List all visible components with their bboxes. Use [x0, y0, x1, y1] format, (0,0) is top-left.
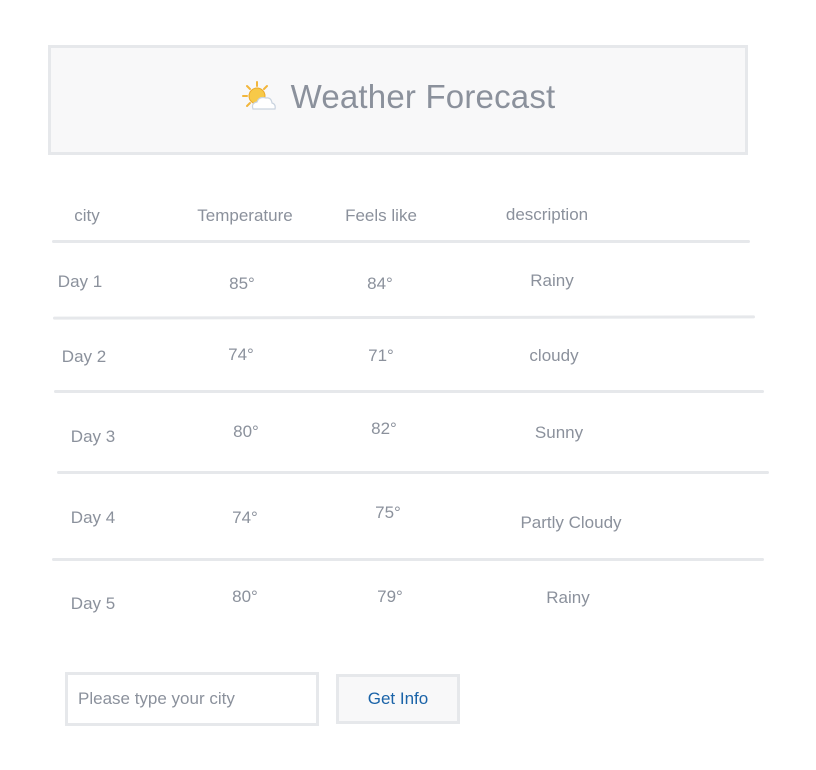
cell-day: Day 5	[70, 594, 116, 613]
cell-day: Day 3	[70, 427, 116, 446]
cell-temperature: 74°	[232, 508, 258, 527]
cell-description: Partly Cloudy	[520, 513, 622, 532]
cell-day: Day 2	[61, 347, 107, 366]
row-divider	[52, 558, 764, 561]
cell-feels-like: 71°	[368, 346, 394, 365]
cell-temperature: 80°	[232, 587, 258, 606]
column-header-description: description	[505, 205, 589, 224]
cell-description: Rainy	[530, 271, 574, 290]
cell-day: Day 4	[70, 508, 116, 527]
cell-day: Day 1	[57, 272, 103, 291]
column-header-feels-like: Feels like	[345, 206, 417, 225]
cell-description: cloudy	[529, 346, 579, 365]
cell-feels-like: 75°	[375, 503, 401, 522]
cell-temperature: 85°	[229, 274, 255, 293]
cell-description: Rainy	[546, 588, 590, 607]
column-header-city: city	[74, 206, 100, 225]
row-divider	[54, 390, 764, 393]
cell-feels-like: 84°	[367, 274, 393, 293]
column-header-temperature: Temperature	[197, 206, 293, 225]
cell-feels-like: 82°	[371, 419, 397, 438]
cell-feels-like: 79°	[377, 587, 403, 606]
row-divider	[52, 315, 756, 320]
city-search-input[interactable]	[65, 672, 319, 726]
cell-temperature: 74°	[228, 345, 254, 364]
cell-description: Sunny	[534, 423, 584, 442]
cell-temperature: 80°	[233, 422, 259, 441]
forecast-table: city Temperature Feels like description …	[0, 0, 816, 770]
row-divider	[57, 471, 769, 474]
header-divider	[52, 240, 750, 243]
get-info-button[interactable]: Get Info	[336, 674, 460, 724]
